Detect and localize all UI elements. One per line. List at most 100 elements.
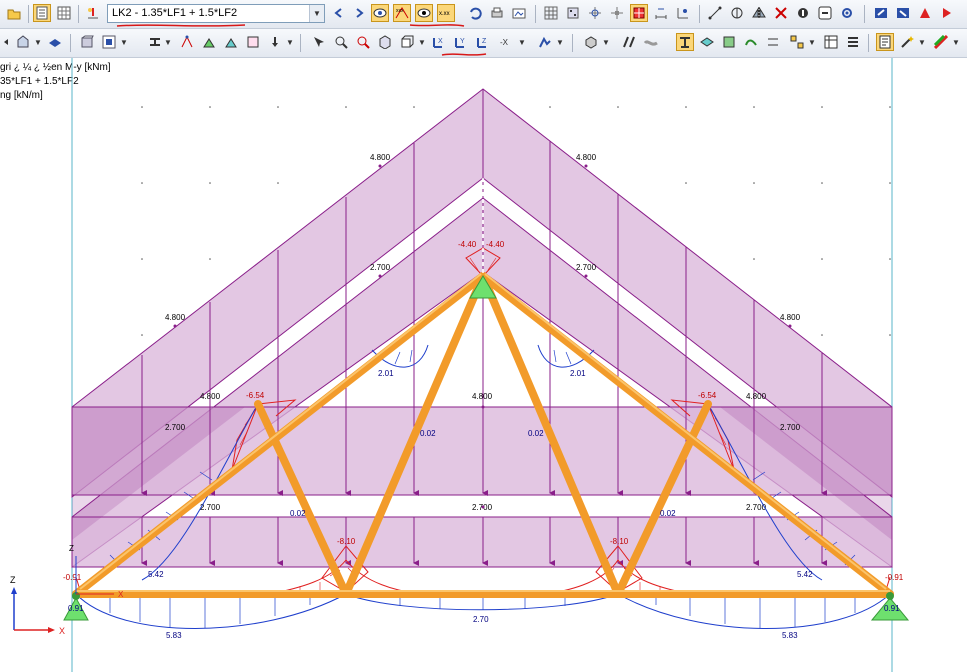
moment-value: 0.91: [884, 604, 900, 613]
eye-display-icon[interactable]: [415, 4, 433, 22]
box-view-icon[interactable]: [78, 33, 96, 51]
result-filter-icon[interactable]: [742, 33, 760, 51]
moment-value: -4.40: [458, 240, 477, 249]
print-graphic-icon[interactable]: [510, 4, 528, 22]
mirror-icon[interactable]: [750, 4, 768, 22]
load-combination-select[interactable]: LK2 - 1.35*LF1 + 1.5*LF2 ▼: [107, 4, 325, 23]
show-results-icon[interactable]: [371, 4, 389, 22]
color-scale-icon[interactable]: [932, 33, 950, 51]
iso-view-icon[interactable]: [46, 33, 64, 51]
member-icon[interactable]: [146, 33, 164, 51]
hinge-icon[interactable]: [222, 33, 240, 51]
global-axis-system: Z X: [10, 575, 65, 636]
export-icon[interactable]: [872, 4, 890, 22]
moment-value: 2.70: [473, 615, 489, 624]
member-grid-icon[interactable]: [788, 33, 806, 51]
separator: [535, 5, 536, 23]
numbering-icon[interactable]: x.xx: [437, 4, 455, 22]
view-minus-x-icon[interactable]: -X: [498, 33, 516, 51]
support-numbering-icon[interactable]: [200, 33, 218, 51]
section-view-icon[interactable]: [100, 33, 118, 51]
dimension-icon[interactable]: [652, 4, 670, 22]
member-axes-icon[interactable]: [620, 33, 638, 51]
zoom-window-icon[interactable]: [332, 33, 350, 51]
moment-value: 0.91: [68, 604, 84, 613]
object-snap-icon[interactable]: [630, 4, 648, 22]
deformation-icon[interactable]: [642, 33, 660, 51]
view-z-icon[interactable]: Z: [474, 33, 492, 51]
surface-results-icon[interactable]: [698, 33, 716, 51]
coordinate-icon[interactable]: [674, 4, 692, 22]
separator: [78, 5, 79, 23]
undo-icon[interactable]: [466, 4, 484, 22]
moment-value: 0.02: [528, 429, 544, 438]
view-3d-icon[interactable]: [376, 33, 394, 51]
node-numbering-icon[interactable]: [178, 33, 196, 51]
chevron-down-icon[interactable]: ▼: [918, 38, 926, 47]
scroll-left-icon[interactable]: [1, 33, 9, 51]
grid-table-icon[interactable]: [55, 4, 73, 22]
mesh-icon[interactable]: [542, 4, 560, 22]
open-folder-icon[interactable]: [5, 4, 23, 22]
secondary-toolbar: ▼ ▼ ▼ ▼ ▼ X Y Z -X ▼ ▼ ▼ ▼ ▼ ▼: [0, 29, 967, 58]
main-toolbar: LK2 - 1.35*LF1 + 1.5*LF2 ▼ xxx x.xx: [0, 0, 967, 29]
svg-text:x.xx: x.xx: [439, 11, 450, 17]
chevron-down-icon[interactable]: ▼: [602, 38, 610, 47]
snap-icon[interactable]: [586, 4, 604, 22]
view-y-icon[interactable]: Y: [452, 33, 470, 51]
delete-x-icon[interactable]: [772, 4, 790, 22]
next-arrow-icon[interactable]: [350, 4, 368, 22]
table-view-icon[interactable]: [33, 4, 51, 22]
chevron-down-icon[interactable]: ▼: [952, 38, 960, 47]
display-mode-icon[interactable]: [582, 33, 600, 51]
pdf-export-icon[interactable]: [916, 4, 934, 22]
solid-results-icon[interactable]: [720, 33, 738, 51]
chevron-down-icon[interactable]: ▼: [34, 38, 42, 47]
report-view-icon[interactable]: [876, 33, 894, 51]
chevron-down-icon[interactable]: ▼: [418, 38, 426, 47]
previous-arrow-icon[interactable]: [330, 4, 348, 22]
chevron-down-icon[interactable]: ▼: [556, 38, 564, 47]
circle-tool-icon[interactable]: [728, 4, 746, 22]
line-type-icon[interactable]: [764, 33, 782, 51]
moment-value: -0.91: [885, 573, 904, 582]
load-case-icon[interactable]: [84, 4, 102, 22]
zoom-all-icon[interactable]: [354, 33, 372, 51]
load-numbering-icon[interactable]: [244, 33, 262, 51]
load-label: 2.700: [576, 263, 597, 272]
load-label: 4.800: [200, 392, 221, 401]
load-label: 4.800: [746, 392, 767, 401]
magic-wand-icon[interactable]: [898, 33, 916, 51]
print-icon[interactable]: [488, 4, 506, 22]
rotate-icon[interactable]: [794, 4, 812, 22]
crosshair-icon[interactable]: [608, 4, 626, 22]
grid-points-icon[interactable]: [564, 4, 582, 22]
view-x-icon[interactable]: X: [430, 33, 448, 51]
graphics-canvas[interactable]: gri ¿ ¼ ¿ ½en M-y [kNm] 35*LF1 + 1.5*LF2…: [0, 58, 967, 672]
select-tool-icon[interactable]: [310, 33, 328, 51]
chevron-down-icon[interactable]: ▼: [808, 38, 816, 47]
global-axis-x: X: [59, 626, 65, 636]
chevron-down-icon[interactable]: ▼: [309, 5, 324, 22]
settings-icon[interactable]: [838, 4, 856, 22]
import-icon[interactable]: [894, 4, 912, 22]
chevron-down-icon[interactable]: ▼: [120, 38, 128, 47]
internal-forces-icon[interactable]: [676, 33, 694, 51]
list-icon[interactable]: [844, 33, 862, 51]
chevron-down-icon[interactable]: ▼: [286, 38, 294, 47]
member-load-icon[interactable]: [266, 33, 284, 51]
result-values-icon[interactable]: xxx: [393, 4, 411, 22]
results-table-icon[interactable]: [822, 33, 840, 51]
moment-value: -6.54: [246, 391, 265, 400]
moment-value: 2.01: [570, 369, 586, 378]
view-cube-icon[interactable]: [398, 33, 416, 51]
axis-label-z: Z: [69, 544, 74, 553]
line-tool-icon[interactable]: [706, 4, 724, 22]
measure-icon[interactable]: [816, 4, 834, 22]
model-view-icon[interactable]: [14, 33, 32, 51]
chevron-down-icon[interactable]: ▼: [518, 38, 526, 47]
render-icon[interactable]: [536, 33, 554, 51]
moment-value: 0.02: [660, 509, 676, 518]
chevron-down-icon[interactable]: ▼: [164, 38, 172, 47]
report-icon[interactable]: [938, 4, 956, 22]
